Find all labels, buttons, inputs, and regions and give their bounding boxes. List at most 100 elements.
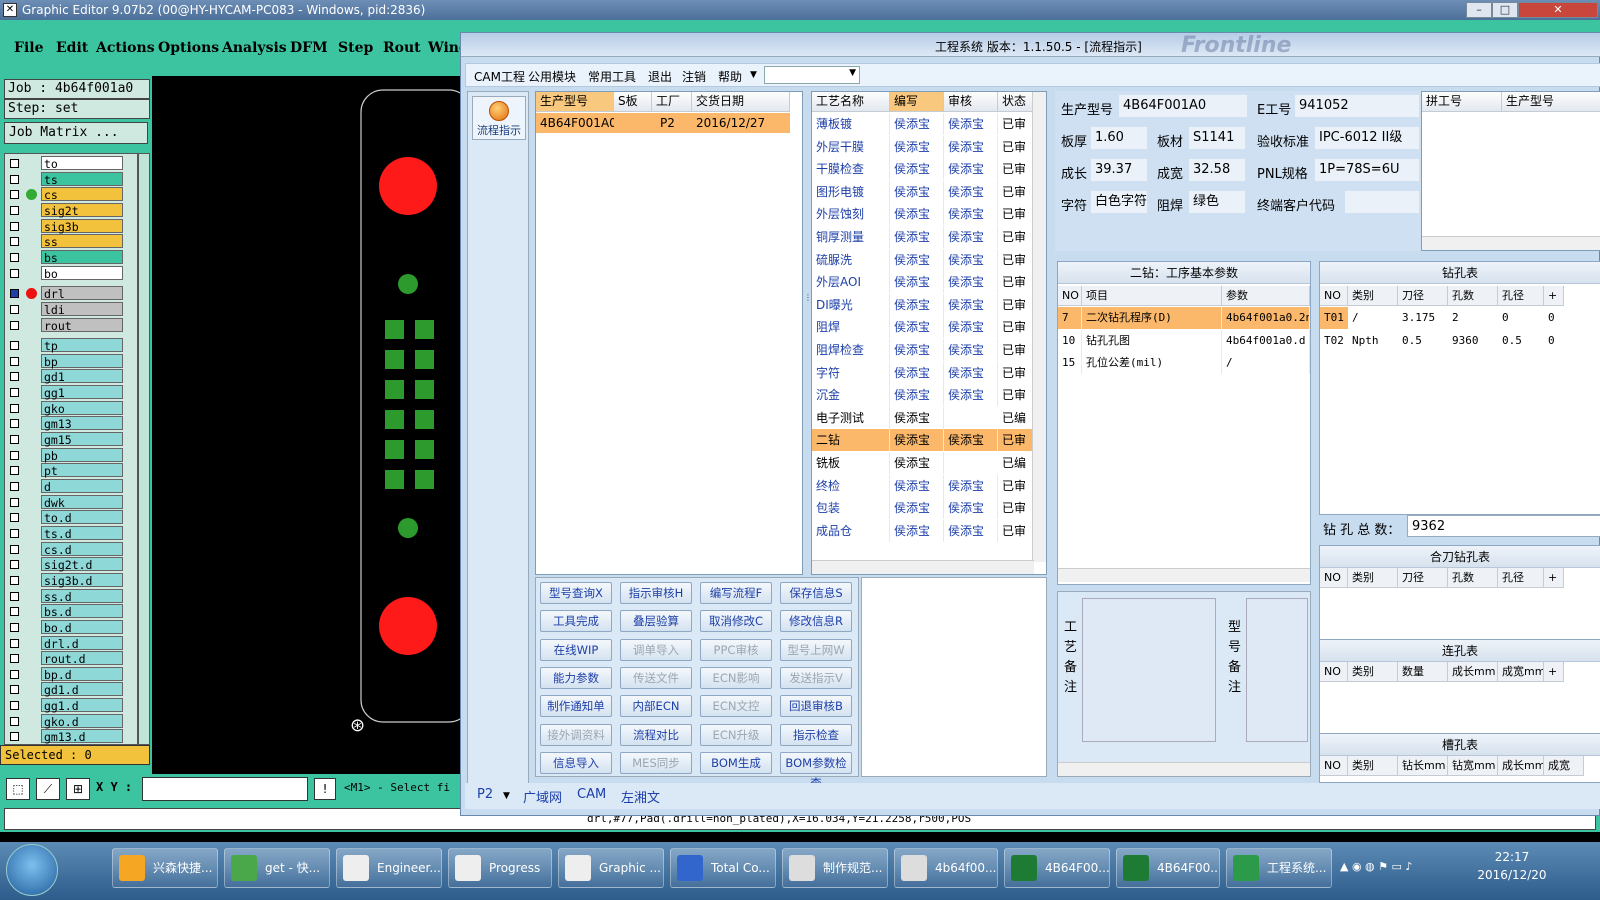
process-cell[interactable]: 已审 xyxy=(998,113,1034,135)
process-cell[interactable]: 已审 xyxy=(998,519,1034,542)
taskbar-item[interactable]: Graphic ... xyxy=(558,848,664,888)
process-cell[interactable]: 已审 xyxy=(998,158,1034,181)
drill-cell[interactable]: 2 xyxy=(1448,307,1498,329)
taskbar-item[interactable]: 4b64f00... xyxy=(894,848,998,888)
process-header[interactable]: 状态 xyxy=(998,92,1034,112)
layer-name[interactable]: sig3b xyxy=(41,218,123,234)
table-row[interactable]: 7 二次钻孔程序(D) 4b64f001a0.2n xyxy=(1058,307,1310,329)
close-button[interactable]: ✕ xyxy=(1518,2,1598,18)
process-cell[interactable]: 图形电镀 xyxy=(812,180,890,203)
length-value[interactable]: 39.37 xyxy=(1091,159,1147,181)
table-header[interactable]: 参数 xyxy=(1222,286,1310,306)
process-cell[interactable]: 已审 xyxy=(998,429,1034,452)
layer-checkbox[interactable] xyxy=(10,403,19,413)
process-header[interactable]: 审核 xyxy=(944,92,998,112)
process-cell[interactable]: 侯添宝 xyxy=(890,271,944,294)
table-header[interactable]: NO xyxy=(1320,756,1348,776)
table-row[interactable]: 铜厚测量 侯添宝 侯添宝 已审 xyxy=(812,226,1034,248)
tab-cam[interactable]: CAM xyxy=(577,787,606,802)
param-cell[interactable]: 4b64f001a0.2n xyxy=(1222,307,1310,329)
orders-header[interactable]: S板 xyxy=(614,92,652,112)
menu-combo[interactable]: ▼ xyxy=(764,66,860,84)
order-cell[interactable]: 2016/12/27 xyxy=(692,112,790,134)
layer-row[interactable]: gd1 xyxy=(5,369,137,384)
layer-checkbox[interactable] xyxy=(10,716,19,726)
process-cell[interactable]: 侯添宝 xyxy=(890,452,944,474)
process-header[interactable]: 编写 xyxy=(890,92,944,112)
grid-tool-icon[interactable]: ⊞ xyxy=(66,778,90,800)
layer-name[interactable]: cs.d xyxy=(41,541,123,557)
process-cell[interactable]: 阻焊 xyxy=(812,316,890,339)
taskbar-item[interactable]: get - 快... xyxy=(224,848,330,888)
process-cell[interactable]: 已编 xyxy=(998,406,1034,429)
h-scrollbar[interactable] xyxy=(1058,762,1310,776)
drill-cell[interactable]: 0 xyxy=(1544,307,1564,329)
table-row[interactable]: 成品仓 侯添宝 侯添宝 已审 xyxy=(812,519,1034,542)
layer-checkbox[interactable] xyxy=(10,560,19,570)
action-button[interactable]: 取消修改C xyxy=(700,610,772,633)
layer-row[interactable]: rout xyxy=(5,317,137,333)
table-row[interactable]: 外层AOI 侯添宝 侯添宝 已审 xyxy=(812,271,1034,294)
table-row[interactable]: 阻焊检查 侯添宝 侯添宝 已审 xyxy=(812,339,1034,361)
minimize-button[interactable]: – xyxy=(1466,2,1492,18)
table-row[interactable]: 15 孔位公差(mil) / xyxy=(1058,352,1310,374)
table-header[interactable]: 孔数 xyxy=(1448,286,1498,306)
table-row[interactable]: 电子测试 侯添宝 已编 xyxy=(812,406,1034,429)
layer-checkbox[interactable] xyxy=(10,252,19,262)
action-button[interactable]: 编写流程F xyxy=(700,582,772,604)
layer-name[interactable]: to xyxy=(41,156,123,171)
action-button[interactable]: ECN文控 xyxy=(700,695,772,718)
process-cell[interactable]: 侯添宝 xyxy=(944,180,998,203)
table-header[interactable]: NO xyxy=(1320,568,1348,588)
process-cell[interactable]: 侯添宝 xyxy=(944,158,998,181)
layer-name[interactable]: bo xyxy=(41,265,123,281)
process-cell[interactable]: 硫脲洗 xyxy=(812,248,890,271)
layer-row[interactable]: ss.d xyxy=(5,588,137,604)
process-cell[interactable]: 电子测试 xyxy=(812,406,890,429)
layer-row[interactable]: bs xyxy=(5,249,137,265)
taskbar-item[interactable]: 4B64F00... xyxy=(1116,848,1220,888)
table-header[interactable]: 项目 xyxy=(1082,286,1222,306)
zoom-tool-icon[interactable]: ⬚ xyxy=(6,778,30,800)
taskbar-item[interactable]: 4B64F00... xyxy=(1004,848,1110,888)
menu-rout[interactable]: Rout xyxy=(383,40,421,56)
table-row[interactable]: T02 Npth 0.5 9360 0.5 0 xyxy=(1320,330,1600,352)
action-button[interactable]: 流程对比 xyxy=(620,723,692,746)
layer-row[interactable]: gg1 xyxy=(5,385,137,400)
layer-checkbox[interactable] xyxy=(10,289,19,299)
table-header[interactable]: 成宽 xyxy=(1544,756,1584,776)
process-cell[interactable]: 铣板 xyxy=(812,452,890,474)
layer-row[interactable]: bo xyxy=(5,265,137,281)
layer-row[interactable]: pb xyxy=(5,447,137,463)
action-button[interactable]: 制作通知单 xyxy=(540,695,612,718)
layer-row[interactable]: gko.d xyxy=(5,713,137,729)
process-remark-input[interactable] xyxy=(1082,598,1216,742)
layer-row[interactable]: ts.d xyxy=(5,525,137,541)
layer-row[interactable]: drl.d xyxy=(5,635,137,651)
layer-name[interactable]: pt xyxy=(41,463,123,478)
process-cell[interactable]: 已审 xyxy=(998,316,1034,339)
layer-row[interactable]: gm13.d xyxy=(5,729,137,744)
model-value[interactable]: 4B64F001A0 xyxy=(1119,95,1247,117)
job-matrix-button[interactable]: Job Matrix ... xyxy=(4,122,148,144)
maximize-button[interactable]: □ xyxy=(1492,2,1518,18)
process-cell[interactable]: 侯添宝 xyxy=(890,429,944,452)
process-cell[interactable]: 侯添宝 xyxy=(890,384,944,407)
action-button[interactable]: 工具完成 xyxy=(540,610,612,633)
process-cell[interactable]: 侯添宝 xyxy=(944,474,998,497)
layer-name[interactable]: gko xyxy=(41,400,123,416)
process-cell[interactable]: 外层AOI xyxy=(812,271,890,294)
layer-name[interactable]: d xyxy=(41,479,123,494)
orders-header[interactable]: 生产型号 xyxy=(536,92,614,112)
action-button[interactable]: MES同步 xyxy=(620,751,692,774)
table-header[interactable]: 类别 xyxy=(1348,756,1398,776)
process-cell[interactable]: 阻焊检查 xyxy=(812,339,890,361)
layer-checkbox[interactable] xyxy=(10,482,19,491)
process-cell[interactable]: 已审 xyxy=(998,293,1034,316)
drill-cell[interactable]: Npth xyxy=(1348,330,1398,352)
layer-checkbox[interactable] xyxy=(10,221,19,231)
table-header[interactable]: 类别 xyxy=(1348,662,1398,682)
process-cell[interactable]: 侯添宝 xyxy=(890,226,944,248)
layer-name[interactable]: drl xyxy=(41,286,123,301)
site-select[interactable]: P2 xyxy=(477,787,493,802)
